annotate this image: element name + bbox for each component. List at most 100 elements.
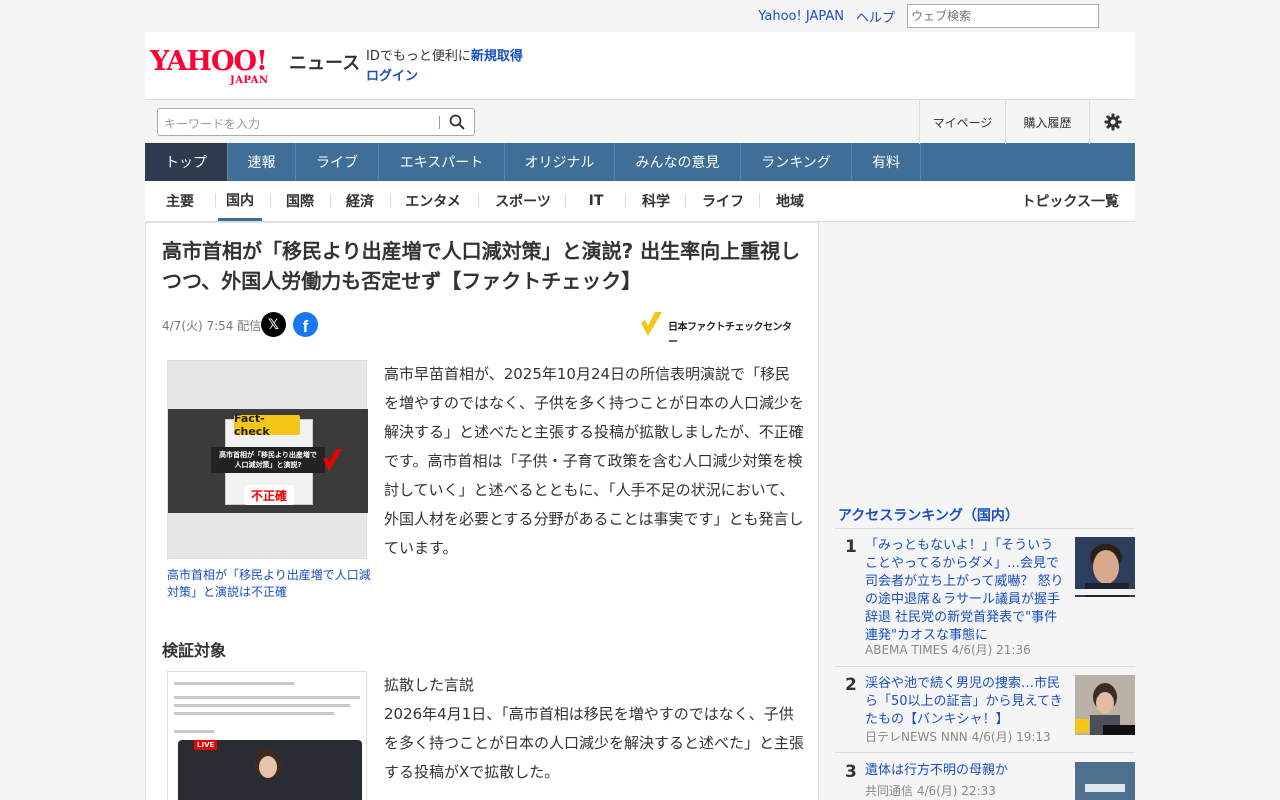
claim-label: 拡散した言説: [384, 676, 475, 694]
site-header: YAHOO! JAPAN ニュース IDでもっと便利に新規取得 ログイン: [145, 32, 1135, 99]
live-badge: LIVE: [194, 740, 218, 750]
divider: [565, 194, 566, 208]
logo-yahoo-text: YAHOO!: [150, 46, 268, 77]
rank-thumbnail: [1075, 537, 1135, 597]
rank-title[interactable]: 渓谷や池で続く男児の捜索…市民ら「50以上の証言」から見えてきたもの【バンキシャ…: [865, 675, 1065, 729]
nav-breaking[interactable]: 速報: [228, 143, 296, 181]
purchase-history-button[interactable]: 購入履歴: [1005, 100, 1089, 144]
category-navigation: 主要 国内 国際 経済 エンタメ スポーツ IT 科学 ライフ 地域 トピックス…: [145, 181, 1135, 222]
nav-live[interactable]: ライブ: [296, 143, 379, 181]
figure-caption[interactable]: 高市首相が「移民より出産増で人口減対策」と演説は不正確: [167, 567, 372, 601]
post-screenshot-figure[interactable]: LIVE: [167, 671, 367, 800]
main-navigation: トップ 速報 ライブ エキスパート オリジナル みんなの意見 ランキング 有料: [145, 143, 1135, 181]
divider: [330, 194, 331, 208]
page-wrapper: Yahoo! JAPAN ヘルプ YAHOO! JAPAN ニュース IDでもっ…: [145, 0, 1135, 800]
cat-region[interactable]: 地域: [769, 181, 811, 221]
id-prompt: IDでもっと便利に: [366, 49, 471, 64]
header-tools: マイページ 購入履歴: [919, 100, 1135, 144]
article-main: 高市首相が「移民より出産増で人口減対策」と演説? 出生率向上重視しつつ、外国人労…: [145, 222, 819, 800]
cat-sports[interactable]: スポーツ: [488, 181, 558, 221]
rank-number: 2: [845, 675, 857, 695]
nav-top[interactable]: トップ: [145, 143, 228, 181]
cat-main[interactable]: 主要: [160, 181, 200, 221]
text-line: [174, 704, 350, 707]
ranking-heading[interactable]: アクセスランキング（国内）: [838, 505, 1019, 525]
factcheck-check-icon: [641, 312, 662, 336]
delivered-label: 配信: [237, 319, 262, 333]
ranking-item[interactable]: 1 「みっともないよ！」「そういうことやってるからダメ」…会見で司会者が立ち上が…: [835, 537, 1135, 667]
x-share-icon[interactable]: 𝕏: [261, 312, 286, 337]
section-heading: 検証対象: [162, 641, 227, 660]
nav-expert[interactable]: エキスパート: [379, 143, 505, 181]
rank-title[interactable]: 「みっともないよ！」「そういうことやってるからダメ」…会見で司会者が立ち上がって…: [865, 537, 1065, 645]
article-date: 4/7(火) 7:54: [162, 319, 234, 333]
nav-paid[interactable]: 有料: [852, 143, 921, 181]
settings-button[interactable]: [1089, 100, 1135, 144]
gear-icon: [1103, 113, 1122, 131]
rank-number: 3: [845, 762, 857, 782]
nav-original[interactable]: オリジナル: [505, 143, 615, 181]
signup-link[interactable]: 新規取得: [471, 49, 523, 64]
publisher-name: 日本ファクトチェックセンター: [668, 322, 792, 348]
verdict-badge: 不正確: [244, 485, 294, 505]
news-logo-text[interactable]: ニュース: [289, 49, 360, 75]
keyword-search-input[interactable]: キーワードを入力: [164, 115, 260, 132]
image-headline-line2: 人口減対策」と演説?: [234, 461, 302, 469]
text-line: [174, 696, 360, 699]
search-icon[interactable]: [449, 114, 465, 130]
image-headline-line1: 高市首相が「移民より出産増で: [219, 451, 317, 459]
keyword-search-box[interactable]: キーワードを入力: [157, 108, 475, 136]
nav-ranking[interactable]: ランキング: [741, 143, 852, 181]
check-mark-icon: [323, 449, 342, 471]
cat-domestic[interactable]: 国内: [218, 181, 262, 221]
rank-source: 日テレNEWS NNN 4/6(月) 19:13: [865, 730, 1051, 744]
web-search-input[interactable]: [907, 4, 1099, 28]
divider: [478, 194, 479, 208]
cat-life[interactable]: ライフ: [695, 181, 751, 221]
login-link[interactable]: ログイン: [366, 69, 418, 84]
divider: [270, 194, 271, 208]
cat-entertainment[interactable]: エンタメ: [400, 181, 466, 221]
rank-source: 共同通信 4/6(月) 22:33: [865, 784, 996, 798]
nav-opinions[interactable]: みんなの意見: [615, 143, 741, 181]
yahoo-japan-link[interactable]: Yahoo! JAPAN: [758, 9, 844, 24]
help-link[interactable]: ヘルプ: [856, 7, 895, 26]
article-body-paragraph: 高市早苗首相が、2025年10月24日の所信表明演説で「移民を増やすのではなく、…: [384, 365, 805, 557]
search-row: キーワードを入力 マイページ 購入履歴: [145, 99, 1135, 144]
article-figure[interactable]: Fact-check 高市首相が「移民より出産増で 人口減対策」と演説? 不正確: [167, 360, 368, 559]
publisher-logo[interactable]: 日本ファクトチェックセンター: [640, 311, 800, 348]
divider: [759, 194, 760, 208]
person-face: [259, 756, 277, 778]
rank-thumbnail: [1075, 762, 1135, 800]
rank-title[interactable]: 遺体は行方不明の母親か: [865, 762, 1065, 780]
factcheck-image: Fact-check 高市首相が「移民より出産増で 人口減対策」と演説? 不正確: [168, 409, 368, 513]
cat-economy[interactable]: 経済: [340, 181, 380, 221]
image-headline: 高市首相が「移民より出産増で 人口減対策」と演説?: [211, 447, 325, 473]
cat-it[interactable]: IT: [575, 181, 617, 221]
facebook-share-icon[interactable]: f: [293, 312, 318, 337]
claim-text: 拡散した言説 2026年4月1日、「高市首相は移民を増やすのではなく、子供を多く…: [384, 671, 804, 787]
factcheck-badge: Fact-check: [234, 412, 300, 438]
article-title: 高市首相が「移民より出産増で人口減対策」と演説? 出生率向上重視しつつ、外国人労…: [162, 239, 801, 293]
divider: [625, 194, 626, 208]
rank-thumbnail: [1075, 675, 1135, 735]
rank-source: ABEMA TIMES 4/6(月) 21:36: [865, 643, 1031, 657]
id-login-box: IDでもっと便利に新規取得 ログイン: [366, 47, 523, 87]
yahoo-japan-logo[interactable]: YAHOO! JAPAN: [150, 46, 290, 87]
cat-international[interactable]: 国際: [280, 181, 320, 221]
search-divider: [439, 116, 440, 129]
mypage-button[interactable]: マイページ: [919, 100, 1005, 144]
ranking-item[interactable]: 3 遺体は行方不明の母親か 共同通信 4/6(月) 22:33: [835, 762, 1135, 800]
article-meta: 4/7(火) 7:54 配信: [162, 317, 261, 334]
claim-body: 2026年4月1日、「高市首相は移民を増やすのではなく、子供を多く持つことが日本…: [384, 705, 805, 781]
topics-list-link[interactable]: トピックス一覧: [1021, 181, 1119, 221]
top-utility-bar: Yahoo! JAPAN ヘルプ: [145, 0, 1135, 32]
cat-science[interactable]: 科学: [635, 181, 677, 221]
ranking-item[interactable]: 2 渓谷や池で続く男児の捜索…市民ら「50以上の証言」から見えてきたもの【バンキ…: [835, 675, 1135, 753]
text-line: [174, 730, 214, 733]
logo-japan-text: JAPAN: [230, 75, 269, 86]
rank-number: 1: [845, 537, 857, 557]
divider: [390, 194, 391, 208]
divider: [215, 194, 216, 208]
text-line: [174, 712, 334, 715]
